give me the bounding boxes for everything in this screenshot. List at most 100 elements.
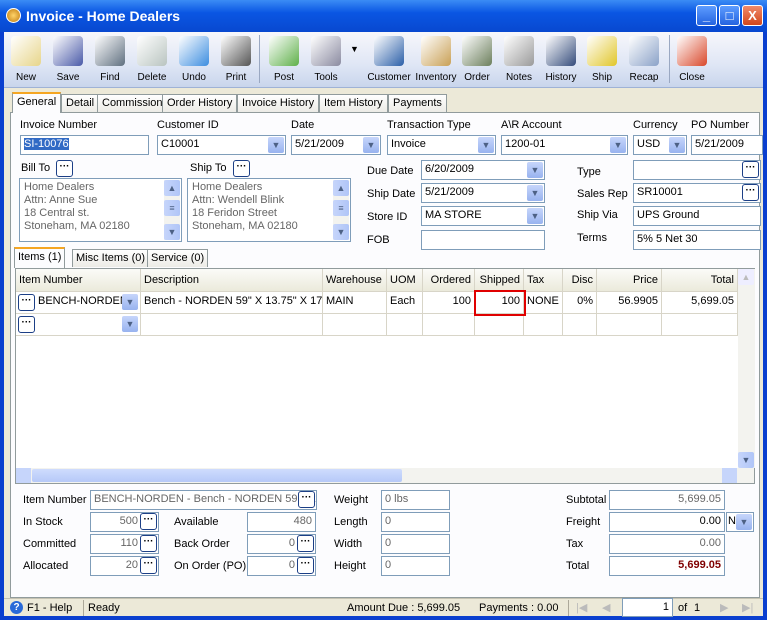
cell-disc[interactable] bbox=[563, 314, 597, 336]
on-order-input[interactable]: 0 ··· bbox=[247, 556, 316, 576]
cell-warehouse[interactable]: MAIN bbox=[323, 292, 387, 314]
toolbar-new-button[interactable]: New bbox=[5, 35, 47, 87]
due-date-picker[interactable]: 6/20/2009 ▼ bbox=[421, 160, 545, 180]
tab-items[interactable]: Items (1) bbox=[14, 247, 66, 268]
scroll-down-icon[interactable]: ▼ bbox=[738, 452, 754, 468]
table-row[interactable]: ··· ▼ bbox=[16, 314, 738, 336]
cell-disc[interactable]: 0% bbox=[563, 292, 597, 314]
tab-order-history[interactable]: Order History bbox=[162, 94, 238, 112]
help-icon[interactable]: ? bbox=[10, 601, 23, 614]
vertical-scrollbar[interactable]: ▲ ▼ bbox=[738, 269, 755, 468]
title-bar[interactable]: Invoice - Home Dealers _ □ X bbox=[0, 0, 767, 32]
tab-general[interactable]: General bbox=[12, 92, 62, 113]
toolbar-history-button[interactable]: History bbox=[540, 35, 582, 87]
fob-input[interactable] bbox=[421, 230, 545, 250]
allocated-input[interactable]: 20 ··· bbox=[90, 556, 159, 576]
cell-price[interactable]: 56.9905 bbox=[597, 292, 662, 314]
column-header-description[interactable]: Description bbox=[141, 269, 323, 292]
close-window-button[interactable]: X bbox=[742, 5, 763, 26]
column-header-total[interactable]: Total bbox=[662, 269, 738, 292]
ship-to-address[interactable]: Home Dealers Attn: Wendell Blink 18 Ferido… bbox=[187, 178, 351, 242]
chevron-down-icon[interactable]: ▼ bbox=[610, 137, 626, 153]
toolbar-notes-button[interactable]: Notes bbox=[498, 35, 540, 87]
ar-account-combo[interactable]: 1200-01 ▼ bbox=[501, 135, 628, 155]
minimize-button[interactable]: _ bbox=[696, 5, 717, 26]
type-ellipsis-button[interactable]: ··· bbox=[742, 161, 759, 178]
item-lookup-button[interactable]: ··· bbox=[18, 294, 35, 311]
toolbar-order-button[interactable]: Order bbox=[456, 35, 498, 87]
toolbar-close-button[interactable]: Close bbox=[671, 35, 713, 87]
sales-rep-input[interactable]: SR10001 ··· bbox=[633, 183, 761, 203]
scroll-left-icon[interactable] bbox=[16, 468, 31, 483]
on-order-ellipsis-button[interactable]: ··· bbox=[297, 557, 314, 574]
scroll-right-icon[interactable] bbox=[722, 468, 737, 483]
chevron-down-icon[interactable]: ▼ bbox=[363, 137, 379, 153]
tab-invoice-history[interactable]: Invoice History bbox=[237, 94, 320, 112]
cell-item-number[interactable]: ··· ▼ bbox=[16, 314, 141, 336]
table-row[interactable]: ··· ▼ BENCH-NORDEN Bench - NORDEN 59" X 13.… bbox=[16, 292, 738, 314]
scroll-down-icon[interactable]: ▼ bbox=[333, 224, 349, 240]
column-header-shipped[interactable]: Shipped bbox=[475, 269, 524, 292]
cell-total[interactable]: 5,699.05 bbox=[662, 292, 738, 314]
committed-input[interactable]: 110 ··· bbox=[90, 534, 159, 554]
toolbar-ship-button[interactable]: Ship bbox=[581, 35, 623, 87]
in-stock-ellipsis-button[interactable]: ··· bbox=[140, 513, 157, 530]
cell-tax[interactable]: NONE bbox=[524, 292, 563, 314]
cell-ordered[interactable] bbox=[423, 314, 475, 336]
scroll-up-icon[interactable]: ▲ bbox=[164, 180, 180, 196]
item-number-ellipsis-button[interactable]: ··· bbox=[298, 491, 315, 508]
toolbar-print-button[interactable]: Print bbox=[215, 35, 257, 87]
toolbar-tools-button[interactable]: Tools bbox=[305, 35, 347, 87]
toolbar-save-button[interactable]: Save bbox=[47, 35, 89, 87]
scroll-up-icon[interactable]: ▲ bbox=[738, 269, 754, 285]
item-lookup-button[interactable]: ··· bbox=[18, 316, 35, 333]
cell-ordered[interactable]: 100 bbox=[423, 292, 475, 314]
cell-total[interactable] bbox=[662, 314, 738, 336]
horizontal-scrollbar[interactable] bbox=[16, 468, 754, 483]
customer-id-combo[interactable]: C10001 ▼ bbox=[157, 135, 286, 155]
toolbar-delete-button[interactable]: Delete bbox=[131, 35, 173, 87]
invoice-number-input[interactable]: SI-10076 bbox=[20, 135, 149, 155]
type-input[interactable]: ··· bbox=[633, 160, 761, 180]
toolbar-find-button[interactable]: Find bbox=[89, 35, 131, 87]
ship-via-input[interactable]: UPS Ground bbox=[633, 206, 761, 226]
column-header-ordered[interactable]: Ordered bbox=[423, 269, 475, 292]
toolbar-post-button[interactable]: Post bbox=[263, 35, 305, 87]
tab-payments[interactable]: Payments bbox=[388, 94, 447, 112]
cell-uom[interactable]: Each bbox=[387, 292, 423, 314]
tab-detail[interactable]: Detail bbox=[61, 94, 100, 112]
po-number-input[interactable]: 5/21/2009 bbox=[691, 135, 763, 155]
date-picker[interactable]: 5/21/2009 ▼ bbox=[291, 135, 381, 155]
ship-date-picker[interactable]: 5/21/2009 ▼ bbox=[421, 183, 545, 203]
store-id-combo[interactable]: MA STORE ▼ bbox=[421, 206, 545, 226]
bill-to-ellipsis-button[interactable]: ··· bbox=[56, 160, 73, 177]
length-input[interactable]: 0 bbox=[381, 512, 450, 532]
back-order-ellipsis-button[interactable]: ··· bbox=[297, 535, 314, 552]
tools-dropdown-arrow-icon[interactable]: ▼ bbox=[350, 44, 359, 54]
width-input[interactable]: 0 bbox=[381, 534, 450, 554]
cell-item-number[interactable]: ··· ▼ BENCH-NORDEN bbox=[16, 292, 141, 314]
maximize-button[interactable]: □ bbox=[719, 5, 740, 26]
column-header-warehouse[interactable]: Warehouse bbox=[323, 269, 387, 292]
cell-shipped[interactable] bbox=[475, 314, 524, 336]
cell-warehouse[interactable] bbox=[323, 314, 387, 336]
chevron-down-icon[interactable]: ▼ bbox=[268, 137, 284, 153]
help-text[interactable]: F1 - Help bbox=[27, 602, 72, 614]
chevron-down-icon[interactable]: ▼ bbox=[122, 294, 138, 310]
transaction-type-combo[interactable]: Invoice ▼ bbox=[387, 135, 496, 155]
chevron-down-icon[interactable]: ▼ bbox=[527, 208, 543, 224]
ship-to-ellipsis-button[interactable]: ··· bbox=[233, 160, 250, 177]
scroll-up-icon[interactable]: ▲ bbox=[333, 180, 349, 196]
committed-ellipsis-button[interactable]: ··· bbox=[140, 535, 157, 552]
toolbar-customer-button[interactable]: Customer bbox=[365, 35, 413, 87]
tab-misc-items[interactable]: Misc Items (0) bbox=[72, 249, 150, 267]
cell-tax[interactable] bbox=[524, 314, 563, 336]
toolbar-recap-button[interactable]: Recap bbox=[623, 35, 665, 87]
next-page-icon[interactable]: ▶ bbox=[720, 601, 728, 614]
cell-description[interactable] bbox=[141, 314, 323, 336]
cell-uom[interactable] bbox=[387, 314, 423, 336]
freight-option-combo[interactable]: N ▼ bbox=[726, 512, 754, 532]
chevron-down-icon[interactable]: ▼ bbox=[527, 162, 543, 178]
scroll-down-icon[interactable]: ▼ bbox=[164, 224, 180, 240]
toolbar-undo-button[interactable]: Undo bbox=[173, 35, 215, 87]
